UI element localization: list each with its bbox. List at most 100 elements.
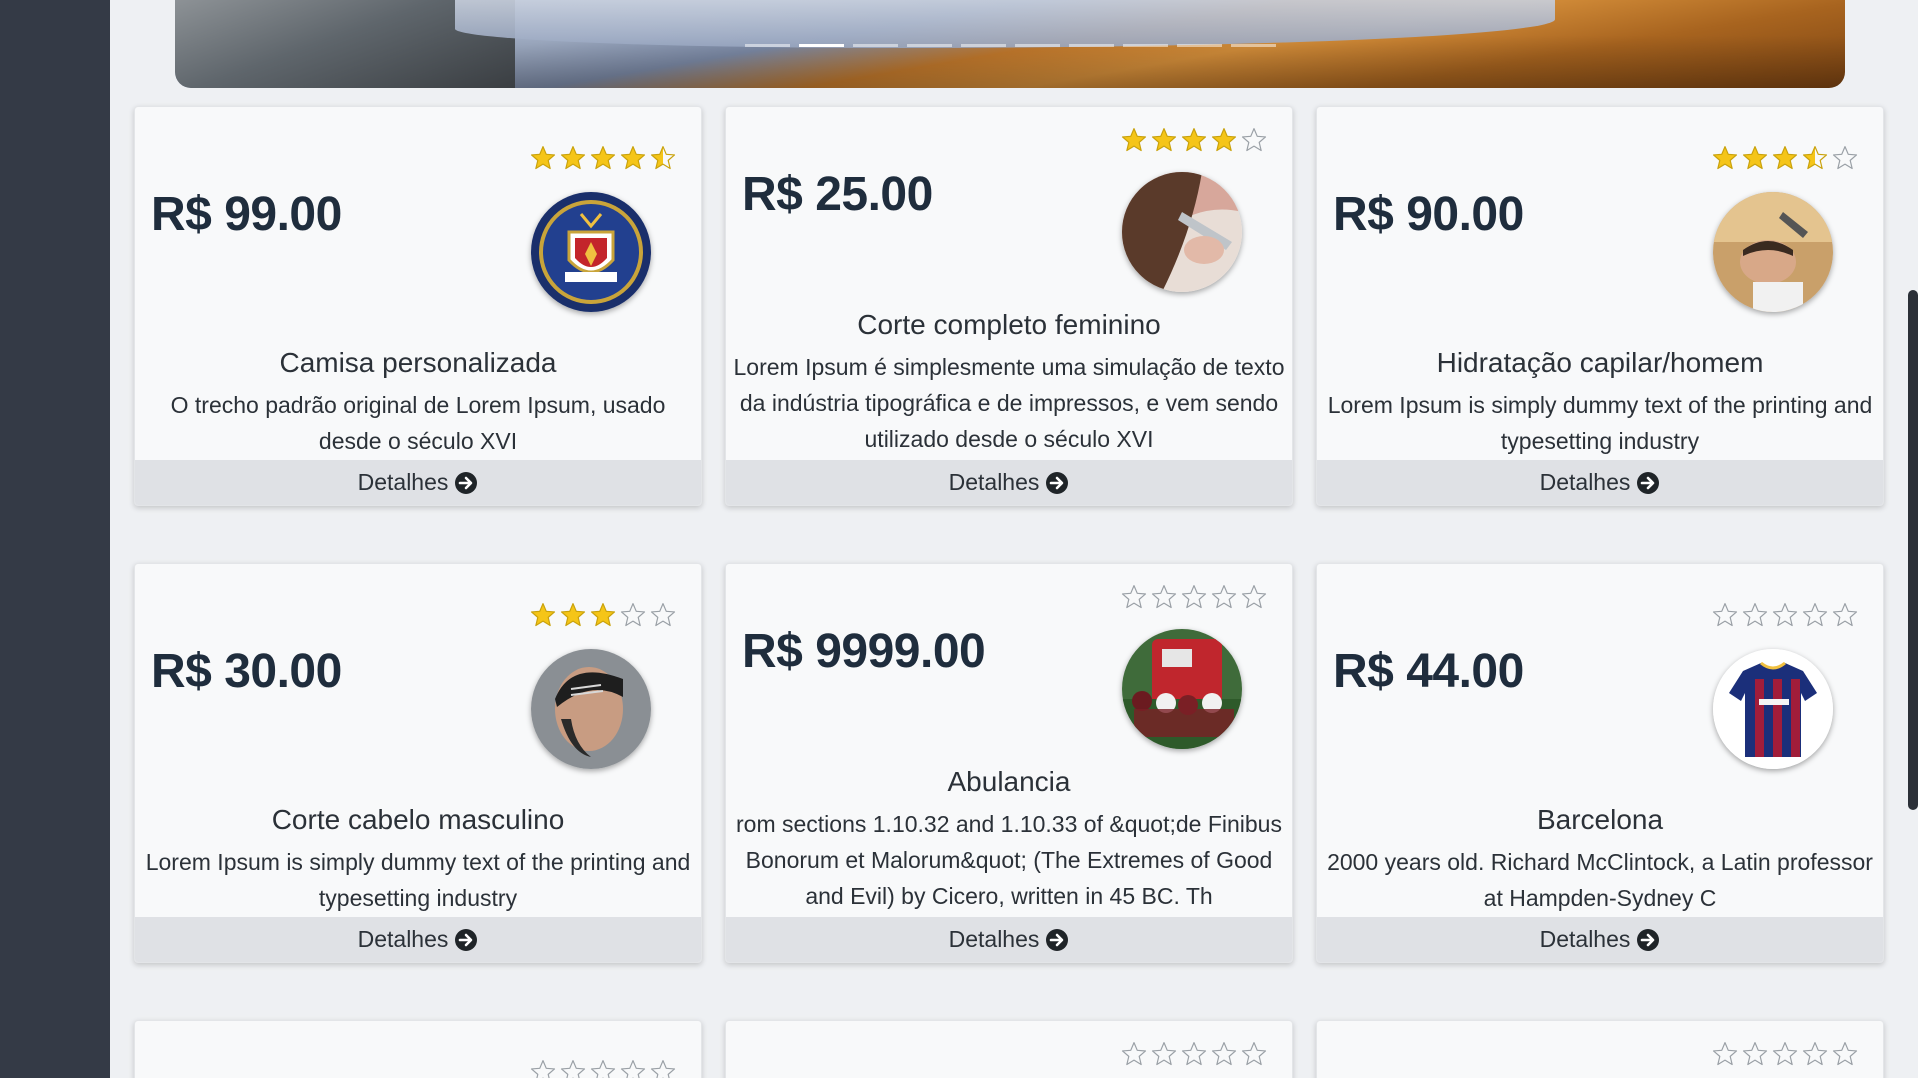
star-icon[interactable] (1121, 584, 1147, 610)
service-description: 2000 years old. Richard McClintock, a La… (1327, 849, 1873, 911)
arrow-circle-right-icon (1045, 928, 1069, 952)
service-price: R$ 9999.00 (742, 625, 986, 678)
carousel-indicator[interactable] (906, 44, 952, 47)
service-price: R$ 99.00 (151, 188, 342, 241)
sidebar (0, 0, 110, 1078)
star-icon[interactable] (650, 1059, 676, 1078)
details-button[interactable]: Detalhes (726, 917, 1292, 962)
star-icon[interactable] (620, 145, 646, 171)
rating-stars (1712, 602, 1858, 628)
arrow-circle-right-icon (1636, 471, 1660, 495)
service-card: R$ 30.00 Corte cabelo masculino Lorem Ips… (134, 563, 702, 963)
carousel-indicator[interactable] (1122, 44, 1168, 47)
star-icon[interactable] (1832, 602, 1858, 628)
details-button[interactable]: Detalhes (1317, 917, 1883, 962)
details-button-label: Detalhes (357, 469, 449, 495)
star-icon[interactable] (590, 1059, 616, 1078)
details-button[interactable]: Detalhes (1317, 460, 1883, 505)
carousel-indicator[interactable] (1176, 44, 1222, 47)
star-icon[interactable] (1712, 602, 1738, 628)
star-icon[interactable] (1211, 584, 1237, 610)
star-icon[interactable] (1211, 1041, 1237, 1067)
star-icon[interactable] (1742, 1041, 1768, 1067)
star-icon[interactable] (1802, 1041, 1828, 1067)
star-icon[interactable] (650, 145, 676, 171)
ambulance-image (1122, 629, 1242, 749)
rating-stars (1712, 1041, 1858, 1067)
service-description: O trecho padrão original de Lorem Ipsum,… (170, 392, 666, 454)
service-description: Lorem Ipsum is simply dummy text of the … (145, 849, 691, 911)
arrow-circle-right-icon (1045, 471, 1069, 495)
star-icon[interactable] (560, 602, 586, 628)
service-title: Corte cabelo masculino (271, 804, 565, 835)
star-icon[interactable] (1742, 602, 1768, 628)
details-button[interactable]: Detalhes (135, 917, 701, 962)
carousel-indicator[interactable] (1230, 44, 1276, 47)
service-card: R$ 44.00 Barcelona 2000 years old. Richar… (1316, 563, 1884, 963)
carousel-indicator[interactable] (960, 44, 1006, 47)
service-title: Camisa personalizada (279, 347, 557, 378)
rating-stars (1121, 127, 1267, 153)
star-icon[interactable] (1151, 127, 1177, 153)
star-icon[interactable] (1832, 1041, 1858, 1067)
arrow-circle-right-icon (454, 471, 478, 495)
star-icon[interactable] (620, 1059, 646, 1078)
star-icon[interactable] (1712, 145, 1738, 171)
hair-wash-man-image (1713, 192, 1833, 312)
star-icon[interactable] (1211, 127, 1237, 153)
details-button[interactable]: Detalhes (726, 460, 1292, 505)
star-icon[interactable] (1151, 1041, 1177, 1067)
arrow-circle-right-icon (1636, 928, 1660, 952)
star-icon[interactable] (590, 145, 616, 171)
star-icon[interactable] (1181, 584, 1207, 610)
banner-carousel (175, 0, 1845, 88)
carousel-indicator[interactable] (798, 44, 844, 47)
carousel-indicator[interactable] (852, 44, 898, 47)
hair-cut-woman-image (1122, 172, 1242, 292)
star-icon[interactable] (1742, 145, 1768, 171)
service-title: Hidratação capilar/homem (1436, 347, 1764, 378)
banner-cloth-image (455, 0, 1555, 48)
carousel-indicator[interactable] (1014, 44, 1060, 47)
star-icon[interactable] (530, 145, 556, 171)
star-icon[interactable] (620, 602, 646, 628)
service-card (1316, 1020, 1884, 1078)
service-description: rom sections 1.10.32 and 1.10.33 of &quo… (736, 811, 1282, 909)
details-button[interactable]: Detalhes (135, 460, 701, 505)
star-icon[interactable] (1121, 127, 1147, 153)
star-icon[interactable] (1712, 1041, 1738, 1067)
arrow-circle-right-icon (454, 928, 478, 952)
star-icon[interactable] (1772, 145, 1798, 171)
service-price: R$ 90.00 (1333, 188, 1524, 241)
barcelona-jersey-image (1713, 649, 1833, 769)
rating-stars (1712, 145, 1858, 171)
carousel-indicator[interactable] (1068, 44, 1114, 47)
service-card: R$ 9999.00 Abulancia rom sections 1.10.32… (725, 563, 1293, 963)
rating-stars (1121, 584, 1267, 610)
star-icon[interactable] (1121, 1041, 1147, 1067)
star-icon[interactable] (650, 602, 676, 628)
star-icon[interactable] (1181, 1041, 1207, 1067)
carousel-indicator[interactable] (744, 44, 790, 47)
star-icon[interactable] (1241, 127, 1267, 153)
man-haircut-image (531, 649, 651, 769)
service-title: Barcelona (1536, 804, 1664, 835)
carousel-indicators (175, 44, 1845, 47)
star-icon[interactable] (1151, 584, 1177, 610)
rating-stars (1121, 1041, 1267, 1067)
star-icon[interactable] (1832, 145, 1858, 171)
star-icon[interactable] (1802, 602, 1828, 628)
star-icon[interactable] (560, 145, 586, 171)
service-title: Abulancia (947, 766, 1071, 797)
star-icon[interactable] (1772, 1041, 1798, 1067)
star-icon[interactable] (530, 1059, 556, 1078)
star-icon[interactable] (560, 1059, 586, 1078)
star-icon[interactable] (1802, 145, 1828, 171)
star-icon[interactable] (590, 602, 616, 628)
star-icon[interactable] (1241, 1041, 1267, 1067)
star-icon[interactable] (1772, 602, 1798, 628)
star-icon[interactable] (1241, 584, 1267, 610)
scrollbar[interactable] (1908, 290, 1918, 810)
star-icon[interactable] (1181, 127, 1207, 153)
star-icon[interactable] (530, 602, 556, 628)
